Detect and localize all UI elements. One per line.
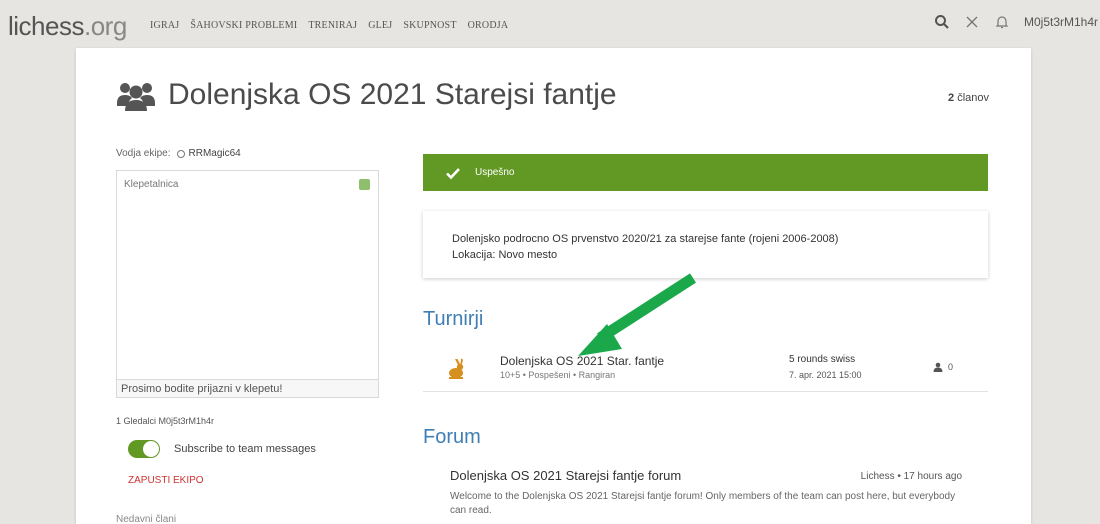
- nav-item-tools[interactable]: ORODJA: [468, 20, 509, 31]
- success-text: Uspešno: [475, 167, 515, 178]
- team-chat-panel: Klepetalnica Prosimo bodite prijazni v k…: [116, 170, 379, 398]
- quit-team-button[interactable]: ZAPUSTI EKIPO: [128, 475, 204, 486]
- chat-input[interactable]: Prosimo bodite prijazni v klepetu!: [117, 379, 378, 397]
- chat-toggle-checkbox[interactable]: [359, 179, 370, 190]
- subscribe-label: Subscribe to team messages: [174, 443, 316, 455]
- tournament-format: 5 rounds swiss: [789, 354, 856, 365]
- main-nav: IGRAJ ŠAHOVSKI PROBLEMI TRENIRAJ GLEJ SK…: [150, 20, 508, 31]
- tournaments-heading[interactable]: Turnirji: [423, 308, 483, 331]
- forum-name-link[interactable]: Dolenjska OS 2021 Starejsi fantje forum: [450, 468, 681, 483]
- challenge-swords-icon[interactable]: [964, 14, 980, 30]
- user-icon: [933, 362, 943, 372]
- forum-description: Welcome to the Dolenjska OS 2021 Starejs…: [450, 491, 956, 516]
- page-title: Dolenjska OS 2021 Starejsi fantje: [168, 78, 617, 111]
- bell-icon[interactable]: [994, 14, 1010, 30]
- location-line: Lokacija: Novo mesto: [452, 249, 558, 261]
- tournament-meta: 10+5 • Pospešeni • Rangiran: [500, 370, 616, 380]
- nav-item-watch[interactable]: GLEJ: [368, 20, 392, 31]
- description-line: Dolenjsko podrocno OS prvenstvo 2020/21 …: [452, 233, 839, 245]
- success-banner: Uspešno: [423, 154, 988, 191]
- nav-item-play[interactable]: IGRAJ: [150, 20, 179, 31]
- chat-title: Klepetalnica: [124, 179, 179, 190]
- site-logo[interactable]: lichess.org: [8, 11, 127, 42]
- leader-name-link[interactable]: RRMagic64: [189, 148, 241, 159]
- forum-last-post: Lichess • 17 hours ago: [860, 471, 962, 482]
- tournament-name[interactable]: Dolenjska OS 2021 Star. fantje: [500, 354, 664, 368]
- toggle-knob: [143, 441, 159, 457]
- rabbit-icon: [449, 358, 464, 379]
- user-menu[interactable]: M0j5t3rM1h4r: [1024, 15, 1100, 29]
- team-page-card: Dolenjska OS 2021 Starejsi fantje 2 član…: [76, 48, 1031, 524]
- subscribe-toggle-row: Subscribe to team messages: [128, 440, 316, 458]
- top-right-controls: M0j5t3rM1h4r: [934, 14, 1100, 30]
- watchers-list: 1 Gledalci M0j5t3rM1h4r: [116, 416, 215, 426]
- nav-item-community[interactable]: SKUPNOST: [403, 20, 456, 31]
- team-header: Dolenjska OS 2021 Starejsi fantje: [116, 78, 617, 112]
- members-count[interactable]: 2 članov: [948, 92, 989, 104]
- tournament-players: 0: [933, 362, 953, 372]
- forum-heading[interactable]: Forum: [423, 426, 481, 449]
- nav-item-learn[interactable]: TRENIRAJ: [308, 20, 357, 31]
- team-description: Dolenjsko podrocno OS prvenstvo 2020/21 …: [423, 211, 988, 278]
- subscribe-toggle[interactable]: [128, 440, 160, 458]
- tournament-date: 7. apr. 2021 15:00: [789, 370, 862, 380]
- checkmark-icon: [446, 167, 460, 179]
- recent-members-heading: Nedavni člani: [116, 514, 177, 524]
- search-icon[interactable]: [934, 14, 950, 30]
- team-group-icon: [117, 83, 155, 111]
- offline-status-icon: [176, 149, 185, 158]
- top-bar: lichess.org IGRAJ ŠAHOVSKI PROBLEMI TREN…: [0, 0, 1100, 48]
- team-leader: Vodja ekipe: RRMagic64: [116, 148, 241, 159]
- tournament-row[interactable]: Dolenjska OS 2021 Star. fantje 10+5 • Po…: [423, 346, 988, 392]
- nav-item-puzzles[interactable]: ŠAHOVSKI PROBLEMI: [190, 20, 297, 31]
